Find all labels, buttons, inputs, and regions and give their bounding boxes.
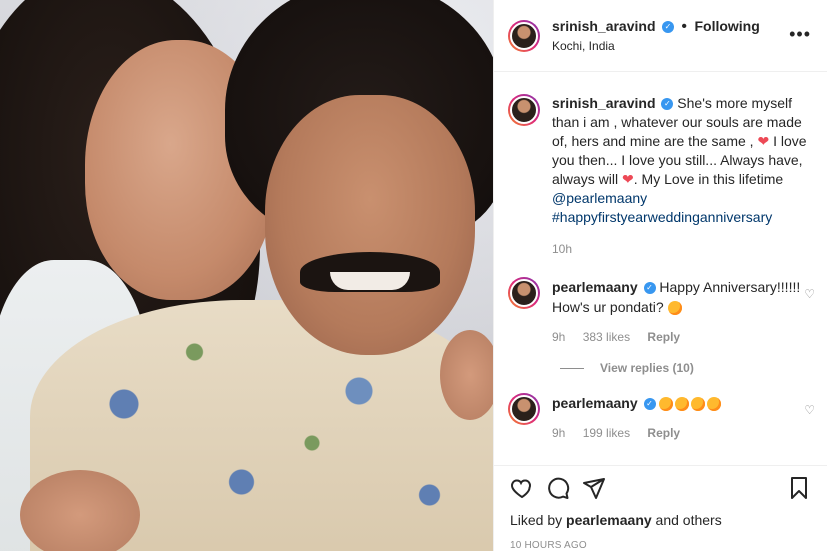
separator-dot: •	[681, 18, 688, 36]
laughing-emoji-icon	[675, 397, 690, 412]
bookmark-icon[interactable]	[787, 476, 811, 505]
laughing-emoji-icon	[707, 397, 722, 412]
caption-avatar[interactable]	[508, 94, 540, 126]
mention-link[interactable]: @pearlemaany	[552, 190, 647, 206]
post-side-panel: srinish_aravind ✓ • Following Kochi, Ind…	[493, 0, 827, 551]
laughing-emoji-icon	[691, 397, 706, 412]
header-avatar[interactable]	[508, 19, 540, 52]
following-button[interactable]: Following	[694, 18, 759, 34]
view-replies-label: View replies (10)	[600, 361, 694, 375]
likes-summary[interactable]: Liked by pearlemaany and others	[510, 512, 811, 528]
reply-button[interactable]: Reply	[647, 330, 680, 344]
location-link[interactable]: Kochi, India	[552, 39, 760, 53]
header-username[interactable]: srinish_aravind	[552, 18, 656, 34]
comment-icon[interactable]	[546, 476, 570, 505]
comment-like-icon[interactable]: ♡	[804, 403, 815, 417]
comment-likes[interactable]: 199 likes	[583, 426, 630, 440]
caption-text-3: . My Love in this lifetime	[633, 171, 784, 187]
verified-badge-icon: ✓	[661, 98, 674, 111]
photo-hand-left	[20, 470, 140, 551]
heart-icon[interactable]	[510, 476, 534, 505]
photo-hand-right	[440, 330, 493, 420]
comment-avatar[interactable]	[508, 277, 540, 309]
instagram-post: srinish_aravind ✓ • Following Kochi, Ind…	[0, 0, 827, 551]
comment-likes[interactable]: 383 likes	[583, 330, 630, 344]
post-actions: Liked by pearlemaany and others 10 HOURS…	[494, 465, 827, 551]
view-replies-button[interactable]: View replies (10)	[560, 361, 811, 375]
post-caption: srinish_aravind ✓ She's more myself than…	[508, 72, 811, 259]
verified-badge-icon: ✓	[643, 282, 656, 295]
heart-emoji: ❤	[622, 171, 634, 187]
hashtag-link[interactable]: #happyfirstyearweddinganniversary	[552, 209, 772, 225]
liked-prefix: Liked by	[510, 512, 567, 528]
heart-emoji: ❤	[757, 133, 770, 149]
verified-badge-icon: ✓	[661, 20, 674, 33]
verified-badge-icon: ✓	[643, 398, 656, 411]
reply-button[interactable]: Reply	[647, 426, 680, 440]
share-icon[interactable]	[582, 476, 606, 505]
post-header: srinish_aravind ✓ • Following Kochi, Ind…	[494, 0, 827, 72]
comment-time: 9h	[552, 426, 566, 440]
comment-username[interactable]: pearlemaany	[552, 395, 638, 411]
comment-avatar[interactable]	[508, 393, 540, 425]
photo-smile	[330, 272, 410, 290]
comment-username[interactable]: pearlemaany	[552, 279, 638, 295]
post-timestamp: 10 HOURS AGO	[510, 540, 587, 551]
caption-username[interactable]: srinish_aravind	[552, 95, 656, 111]
liked-user[interactable]: pearlemaany	[566, 512, 652, 528]
more-options-icon[interactable]: •••	[789, 24, 811, 45]
laughing-emoji-icon	[659, 397, 674, 412]
comments-section: srinish_aravind ✓ She's more myself than…	[494, 72, 827, 443]
liked-suffix: and others	[651, 512, 722, 528]
caption-time: 10h	[552, 242, 573, 256]
comment-time: 9h	[552, 330, 566, 344]
replies-line	[560, 367, 584, 369]
laughing-emoji-icon	[667, 301, 682, 316]
comment-item: pearlemaany ✓ Happy Anniversary!!!!!! Ho…	[508, 277, 815, 347]
comment-item: pearlemaany ✓ 9h 199 likes Reply ♡	[508, 393, 815, 443]
photo-face-right	[265, 95, 475, 355]
comment-like-icon[interactable]: ♡	[804, 287, 815, 301]
post-photo[interactable]	[0, 0, 493, 551]
